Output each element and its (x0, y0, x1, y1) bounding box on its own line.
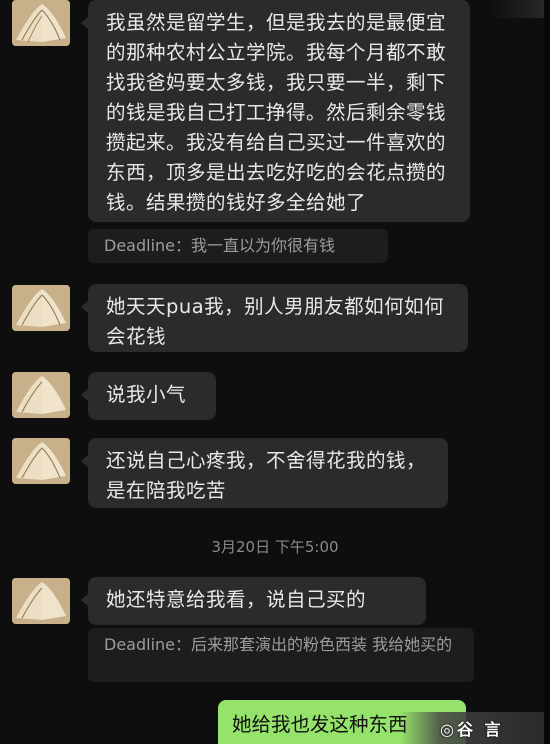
message-bubble-3[interactable]: 说我小气 (81, 372, 216, 420)
contact-avatar[interactable] (12, 438, 70, 484)
book-pages-icon (12, 285, 70, 331)
watermark: ◎谷 言 (400, 712, 550, 744)
message-bubble-5[interactable]: 她还特意给我看，说自己买的 (81, 577, 426, 625)
contact-avatar[interactable] (12, 0, 70, 46)
book-pages-icon (12, 438, 70, 484)
contact-avatar[interactable] (12, 578, 70, 624)
chat-timestamp: 3月20日 下午5:00 (211, 538, 339, 556)
contact-avatar[interactable] (12, 285, 70, 331)
top-edge-shadow (490, 0, 550, 18)
book-pages-icon (12, 372, 70, 418)
quoted-reply-2[interactable]: Deadline：后来那套演出的粉色西装 我给她买的 (88, 628, 474, 682)
message-bubble-1[interactable]: 我虽然是留学生，但是我去的是最便宜的那种农村公立学院。我每个月都不敢找我爸妈要太… (81, 0, 470, 222)
quoted-reply-1[interactable]: Deadline：我一直以为你很有钱 (88, 229, 388, 263)
message-bubble-2[interactable]: 她天天pua我，别人男朋友都如何如何会花钱 (81, 284, 468, 352)
contact-avatar[interactable] (12, 372, 70, 418)
book-pages-icon (12, 578, 70, 624)
book-pages-icon (12, 0, 70, 46)
message-bubble-4[interactable]: 还说自己心疼我，不舍得花我的钱，是在陪我吃苦 (81, 438, 448, 508)
chat-window: 我虽然是留学生，但是我去的是最便宜的那种农村公立学院。我每个月都不敢找我爸妈要太… (0, 0, 550, 744)
right-edge (544, 0, 550, 744)
